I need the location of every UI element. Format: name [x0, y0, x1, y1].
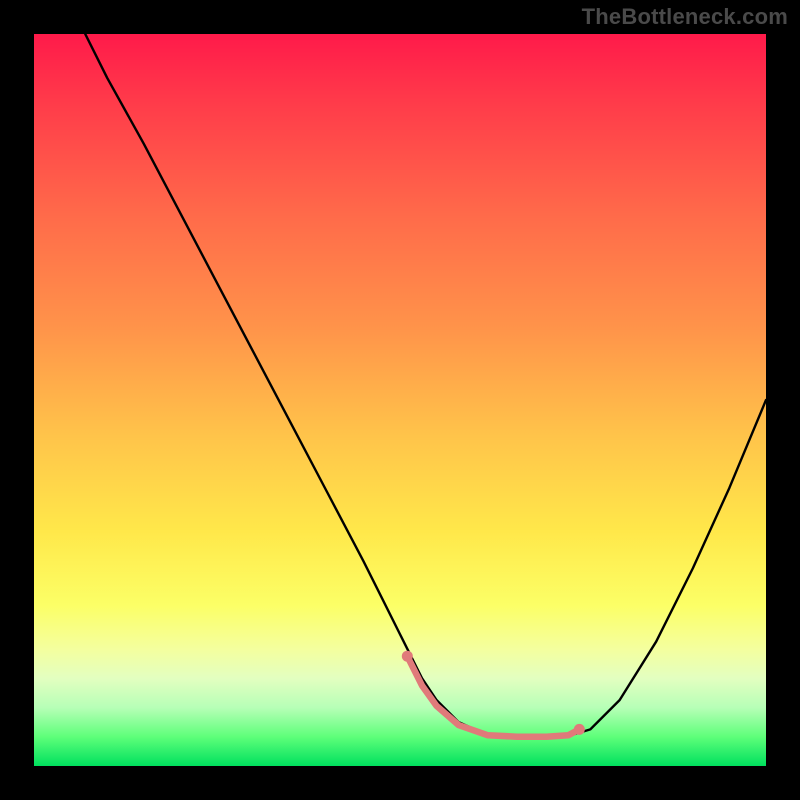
- plot-area: [34, 34, 766, 766]
- chart-frame: TheBottleneck.com: [0, 0, 800, 800]
- watermark-text: TheBottleneck.com: [582, 4, 788, 30]
- marker-start: [402, 651, 413, 662]
- series-optimal-highlight: [407, 656, 579, 737]
- marker-end: [574, 724, 585, 735]
- series-curve: [85, 34, 766, 737]
- plot-svg: [34, 34, 766, 766]
